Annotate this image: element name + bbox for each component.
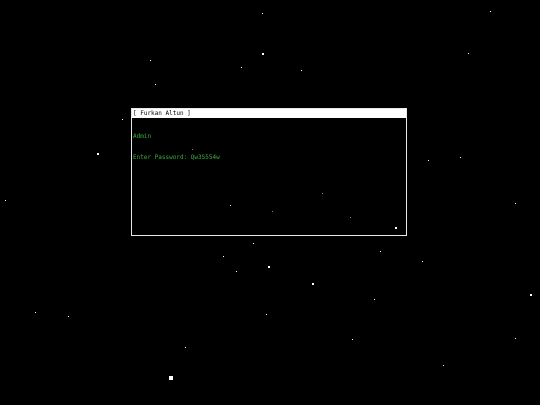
starfield-desktop: [ Furkan Altun ] Admin Enter Password: Q… [0, 0, 540, 405]
star [428, 160, 429, 161]
star [352, 339, 353, 340]
star [35, 312, 36, 313]
star [241, 67, 242, 68]
star [236, 271, 237, 272]
star [5, 200, 6, 201]
star [192, 149, 193, 150]
star [443, 365, 444, 366]
terminal-line-password-prompt: Enter Password: Qw3S554w [133, 154, 220, 161]
star [322, 193, 323, 194]
terminal-title: [ Furkan Altun ] [132, 109, 406, 118]
star [223, 256, 224, 257]
star [150, 60, 151, 61]
star [374, 299, 375, 300]
star [515, 338, 516, 339]
star [468, 53, 469, 54]
star [515, 203, 516, 204]
star [253, 243, 254, 244]
star [262, 53, 264, 55]
star [169, 376, 173, 380]
star [490, 11, 491, 12]
star [301, 70, 302, 71]
terminal-window[interactable]: [ Furkan Altun ] Admin Enter Password: Q… [131, 108, 407, 236]
star [380, 251, 381, 252]
terminal-output[interactable]: Admin Enter Password: Qw3S554w [133, 119, 405, 234]
star [68, 316, 69, 317]
star [230, 205, 231, 206]
star [530, 294, 532, 296]
star [268, 266, 270, 268]
star [122, 119, 123, 120]
star [185, 347, 186, 348]
star [350, 217, 351, 218]
star [422, 261, 423, 262]
star [155, 84, 156, 85]
terminal-line-username: Admin [133, 133, 152, 140]
star [460, 157, 461, 158]
star [266, 314, 267, 315]
star [97, 153, 99, 155]
star [272, 211, 273, 212]
star [262, 13, 263, 14]
terminal-cursor [395, 227, 397, 229]
star [312, 283, 314, 285]
